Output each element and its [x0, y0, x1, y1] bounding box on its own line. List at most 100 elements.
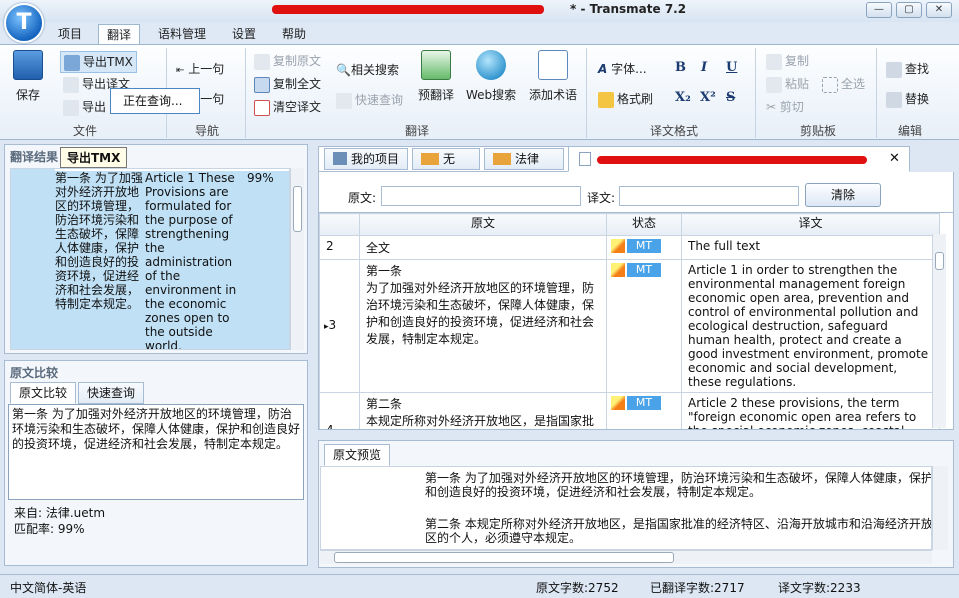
font-button[interactable]: A 字体... [598, 60, 647, 77]
row-target[interactable]: Article 2 these provisions, the term "fo… [681, 392, 940, 429]
close-window-button[interactable]: ✕ [926, 2, 952, 18]
binoculars-icon [886, 61, 902, 78]
export-button[interactable]: 导出 [63, 98, 106, 116]
pencil-icon [611, 262, 625, 277]
app-logo-icon[interactable]: T [4, 3, 44, 43]
save-button[interactable]: 保存 [10, 50, 46, 103]
preview-hscroll-thumb[interactable] [334, 552, 674, 563]
cut-button[interactable]: ✂ 剪切 [766, 98, 804, 115]
table-row[interactable]: 2 全文 MT The full text [319, 235, 940, 260]
brush-icon [598, 91, 614, 108]
pencil-icon [611, 238, 625, 253]
add-term-button[interactable]: 添加术语 [528, 50, 578, 103]
underline-button[interactable]: U [726, 60, 737, 75]
italic-button[interactable]: I [701, 60, 707, 75]
grid-header-source[interactable]: 原文 [359, 213, 607, 236]
strikethrough-button[interactable]: S [726, 90, 735, 105]
superscript-button[interactable]: X² [700, 90, 716, 105]
close-tab-icon[interactable]: ✕ [889, 149, 900, 169]
subscript-button[interactable]: X₂ [675, 90, 691, 105]
format-painter-button[interactable]: 格式刷 [598, 90, 653, 108]
tab-quick-query[interactable]: 快速查询 [78, 382, 145, 404]
floppy-icon [13, 50, 43, 80]
group-label-format: 译文格式 [649, 124, 698, 138]
group-separator [586, 48, 587, 138]
target-filter-input[interactable] [619, 186, 799, 206]
paste-button[interactable]: 粘贴 [766, 75, 809, 93]
copy-source-icon [254, 53, 270, 70]
results-scrollbar[interactable] [290, 168, 304, 350]
row-target[interactable]: The full text [681, 235, 940, 260]
status-bar: 中文简体-英语 原文字数:2752 已翻译字数:2717 译文字数:2233 [0, 574, 959, 598]
row-target[interactable]: Article 1 in order to strengthen the env… [681, 259, 940, 393]
tab-translate[interactable]: 翻译 [98, 24, 141, 44]
copy-source-button[interactable]: 复制原文 [254, 52, 321, 70]
doc-tab-my-projects[interactable]: 我的项目 [324, 148, 408, 170]
grid-scroll-thumb[interactable] [935, 252, 944, 270]
pre-translate-button[interactable]: 预翻译 [418, 50, 454, 103]
grid-scrollbar[interactable] [932, 234, 946, 428]
preview-hscrollbar[interactable] [320, 550, 932, 564]
table-row[interactable]: 4 第二条 本规定所称对外经济开放地区，是指国家批准的经济特区、沿海开放城市和沿… [319, 392, 940, 429]
row-source[interactable]: 第二条 本规定所称对外经济开放地区，是指国家批准的经济特区、沿海开放城市和沿海经… [359, 392, 607, 429]
source-filter-label: 原文: [348, 191, 377, 205]
clear-filter-button[interactable]: 清除 [805, 183, 881, 207]
tab-compare[interactable]: 原文比较 [10, 382, 77, 404]
grid-header-target[interactable]: 译文 [681, 213, 940, 236]
language-pair: 中文简体-英语 [10, 581, 87, 595]
mt-badge: MT [627, 239, 661, 253]
tab-project[interactable]: 项目 [50, 24, 90, 44]
maximize-button[interactable]: ▢ [896, 2, 922, 18]
group-label-nav: 导航 [194, 124, 219, 138]
tab-source-preview[interactable]: 原文预览 [324, 444, 391, 466]
arrow-left-icon: ⇤ [176, 65, 185, 76]
preview-paragraph: 第二条 本规定所称对外经济开放地区，是指国家批准的经济特区、沿海开放城市和沿海经… [425, 517, 932, 545]
preview-vscrollbar[interactable] [932, 466, 948, 550]
results-scroll-thumb[interactable] [293, 186, 302, 232]
row-source[interactable]: 第一条 为了加强对外经济开放地区的环境管理，防治环境污染和生态破坏，保障人体健康… [359, 259, 607, 393]
results-table[interactable]: 第一条 为了加强对外经济开放地区的环境管理，防治环境污染和生态破坏，保障人体健康… [10, 168, 290, 350]
tab-help[interactable]: 帮助 [274, 24, 314, 44]
row-status: MT [606, 259, 682, 393]
web-search-button[interactable]: Web搜索 [466, 50, 516, 103]
group-separator [876, 48, 877, 138]
table-row[interactable]: ▸3 第一条 为了加强对外经济开放地区的环境管理，防治环境污染和生态破坏，保障人… [319, 259, 940, 393]
globe-icon [476, 50, 506, 80]
bold-button[interactable]: B [675, 60, 686, 75]
row-status: MT [606, 392, 682, 429]
pencil-icon [611, 395, 625, 410]
title-redaction [272, 5, 544, 14]
mt-badge: MT [627, 263, 661, 277]
export-tmx-button[interactable]: 导出TMX [60, 51, 137, 73]
select-all-button[interactable]: 全选 [822, 75, 865, 93]
find-button[interactable]: 查找 [886, 60, 929, 78]
clear-target-button[interactable]: 清空译文 [254, 98, 321, 116]
replace-icon [886, 91, 902, 108]
export-tmx-icon [64, 54, 80, 71]
segment-grid: 原文 状态 译文 2 全文 MT The full text ▸3 第一条 为了… [318, 212, 954, 430]
source-filter-input[interactable] [381, 186, 581, 206]
doc-tab-none[interactable]: 无 [412, 148, 480, 170]
tab-settings[interactable]: 设置 [224, 24, 264, 44]
related-search-button[interactable]: 🔍相关搜索 [336, 61, 399, 78]
folder-icon [493, 153, 511, 165]
result-target-text: Article 1 These Provisions are formulate… [145, 171, 243, 349]
copy-icon [766, 53, 782, 70]
doc-tab-current[interactable]: ✕ [568, 146, 910, 172]
doc-tab-law[interactable]: 法律 [484, 148, 564, 170]
compare-from: 来自: 法律.uetm [14, 506, 106, 520]
target-word-count: 译文字数:2233 [778, 581, 861, 595]
row-source[interactable]: 全文 [359, 235, 607, 260]
copy-all-button[interactable]: 复制全文 [254, 75, 321, 93]
document-icon [579, 152, 591, 166]
group-label-edit: 编辑 [897, 124, 922, 138]
replace-button[interactable]: 替换 [886, 90, 929, 108]
clear-target-icon [254, 99, 270, 116]
copy-button[interactable]: 复制 [766, 52, 809, 70]
copy-all-icon [254, 76, 270, 93]
minimize-button[interactable]: — [866, 2, 892, 18]
tab-corpus[interactable]: 语料管理 [150, 24, 214, 44]
prev-sentence-button[interactable]: ⇤ 上一句 [176, 60, 224, 77]
grid-header-status[interactable]: 状态 [606, 213, 682, 236]
quick-query-button[interactable]: 快速查询 [336, 91, 403, 109]
